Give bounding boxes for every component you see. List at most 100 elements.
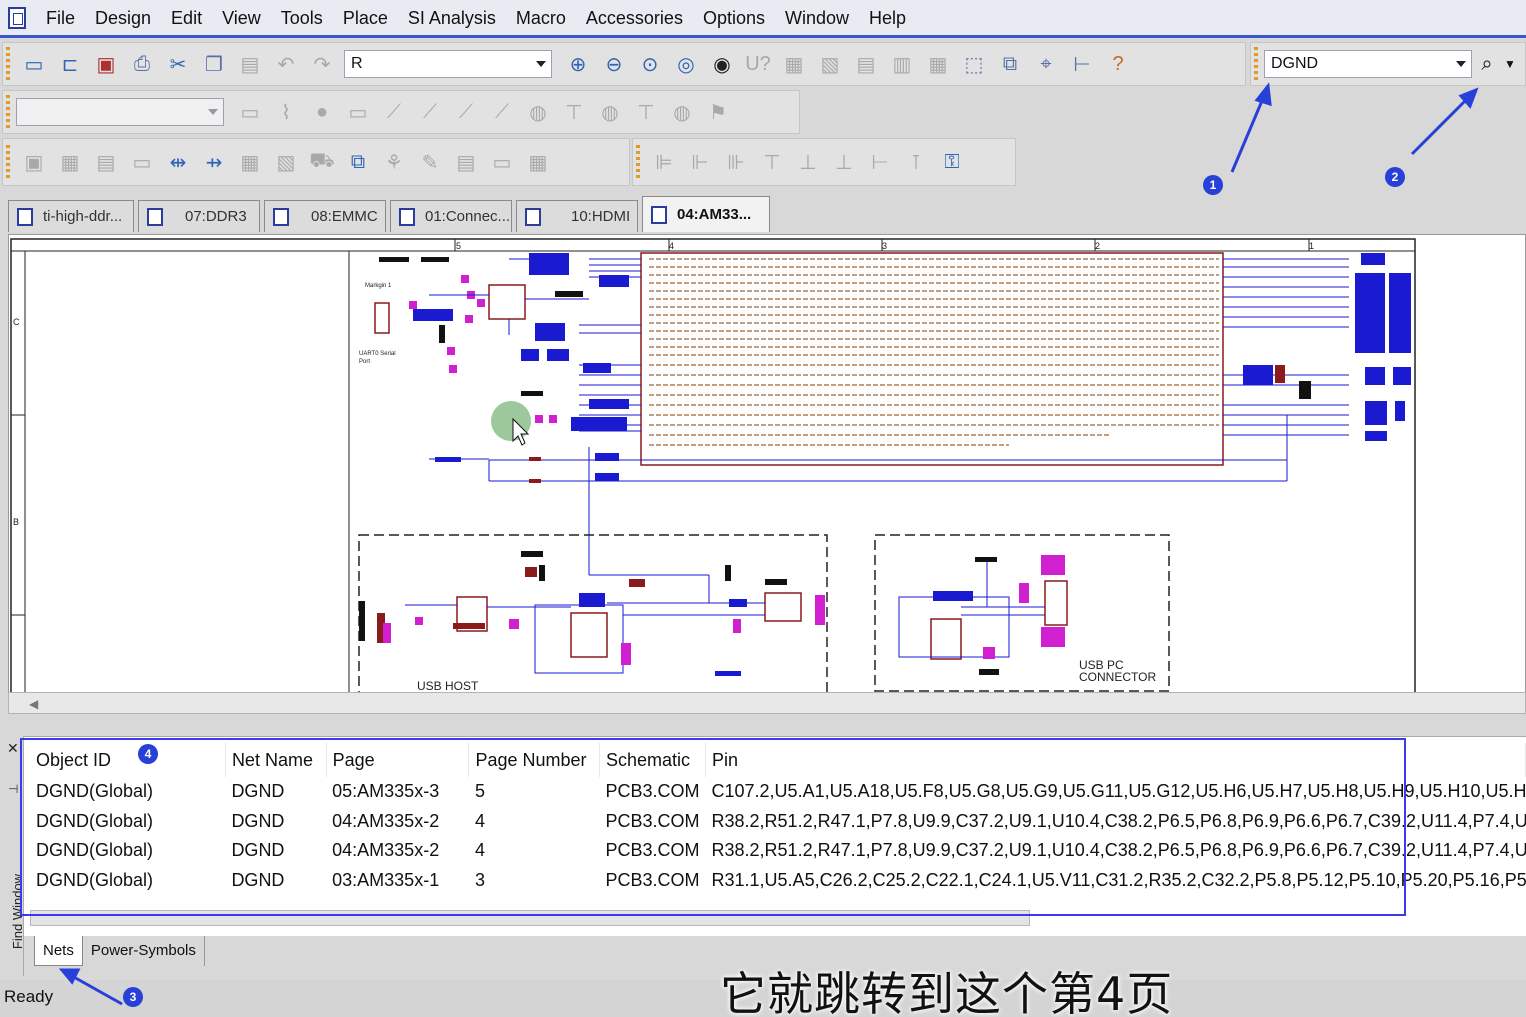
- unlock-icon[interactable]: ⚿: [934, 144, 970, 180]
- zoom-all-icon[interactable]: ◎: [668, 46, 704, 82]
- part-combo[interactable]: R: [344, 50, 552, 78]
- align-center-icon[interactable]: ⊩: [682, 144, 718, 180]
- table-row[interactable]: DGND(Global) DGND 03:AM335x-1 3 PCB3.COM…: [30, 866, 1526, 896]
- capture-icon[interactable]: ▣: [16, 144, 52, 180]
- menu-edit[interactable]: Edit: [161, 0, 212, 37]
- swap-icon[interactable]: ⧉: [340, 144, 376, 180]
- place-junction-icon[interactable]: ⟋: [376, 94, 412, 130]
- align-top-icon[interactable]: ⊤: [754, 144, 790, 180]
- font-combo[interactable]: [16, 98, 224, 126]
- align-middle-icon[interactable]: ⊥: [790, 144, 826, 180]
- tab-connector[interactable]: 01:Connec...: [390, 200, 512, 232]
- paste-icon[interactable]: ▤: [232, 46, 268, 82]
- toolbar-grip[interactable]: [6, 95, 10, 129]
- drag-icon[interactable]: ⧉: [992, 46, 1028, 82]
- print-icon[interactable]: ⎙: [124, 46, 160, 82]
- toolbar-grip[interactable]: [6, 145, 10, 179]
- table-row[interactable]: DGND(Global) DGND 05:AM335x-3 5 PCB3.COM…: [30, 777, 1526, 807]
- table-row[interactable]: DGND(Global) DGND 04:AM335x-2 4 PCB3.COM…: [30, 807, 1526, 837]
- menu-options[interactable]: Options: [693, 0, 775, 37]
- schematic-canvas[interactable]: 5 4 3 2 1 C B Markgin 1 UART0 Serial Por…: [8, 234, 1526, 694]
- table-row[interactable]: DGND(Global) DGND 04:AM335x-2 4 PCB3.COM…: [30, 836, 1526, 866]
- column-header-pin[interactable]: Pin: [705, 743, 1526, 777]
- place-text-icon[interactable]: ⚑: [700, 94, 736, 130]
- scroll-left-icon[interactable]: ◀: [29, 697, 38, 711]
- pin-icon[interactable]: ⊣: [8, 782, 18, 796]
- redo-icon[interactable]: ↷: [304, 46, 340, 82]
- grid-icon[interactable]: ▦: [520, 144, 556, 180]
- menu-tools[interactable]: Tools: [271, 0, 333, 37]
- menu-help[interactable]: Help: [859, 0, 916, 37]
- distribute-vertical-icon[interactable]: ⊺: [898, 144, 934, 180]
- place-bus-entry-icon[interactable]: ⟋: [412, 94, 448, 130]
- search-combo[interactable]: DGND: [1264, 50, 1472, 78]
- place-hier-pin-icon[interactable]: ◍: [664, 94, 700, 130]
- place-hier-port-icon[interactable]: ⊤: [628, 94, 664, 130]
- select-icon[interactable]: ⌖: [1028, 46, 1064, 82]
- document-icon[interactable]: ▭: [484, 144, 520, 180]
- save-icon[interactable]: ▣: [88, 46, 124, 82]
- search-dropdown-icon[interactable]: ▼: [1502, 46, 1518, 82]
- tab-emmc[interactable]: 08:EMMC: [264, 200, 386, 232]
- menu-window[interactable]: Window: [775, 0, 859, 37]
- tab-project[interactable]: ti-high-ddr...: [8, 200, 134, 232]
- export-icon[interactable]: ▧: [268, 144, 304, 180]
- results-horizontal-scrollbar[interactable]: [30, 910, 1030, 926]
- undo-icon[interactable]: ↶: [268, 46, 304, 82]
- new-file-icon[interactable]: ▭: [16, 46, 52, 82]
- tree-icon[interactable]: ⚘: [376, 144, 412, 180]
- column-header-page-number[interactable]: Page Number: [468, 743, 600, 777]
- netlist-icon[interactable]: ▧: [812, 46, 848, 82]
- drc-icon[interactable]: ▦: [776, 46, 812, 82]
- chevron-down-icon[interactable]: [1456, 61, 1466, 67]
- report-icon[interactable]: ▤: [448, 144, 484, 180]
- zoom-in-icon[interactable]: ⊕: [560, 46, 596, 82]
- menu-si-analysis[interactable]: SI Analysis: [398, 0, 506, 37]
- menu-accessories[interactable]: Accessories: [576, 0, 693, 37]
- library-icon[interactable]: ▦: [52, 144, 88, 180]
- close-icon[interactable]: ✕: [7, 740, 19, 757]
- column-header-page[interactable]: Page: [326, 743, 470, 777]
- place-hier-block-icon[interactable]: ◍: [592, 94, 628, 130]
- toolbar-grip[interactable]: [636, 145, 640, 179]
- eye-icon[interactable]: ◉: [704, 46, 740, 82]
- toolbar-grip[interactable]: [6, 47, 10, 81]
- zoom-out-icon[interactable]: ⊖: [596, 46, 632, 82]
- sync-icon[interactable]: ▦: [232, 144, 268, 180]
- column-header-net-name[interactable]: Net Name: [225, 743, 327, 777]
- snap-grid-icon[interactable]: ▦: [920, 46, 956, 82]
- align-right-icon[interactable]: ⊪: [718, 144, 754, 180]
- place-off-page-icon[interactable]: ◍: [520, 94, 556, 130]
- menu-view[interactable]: View: [212, 0, 271, 37]
- align-left-icon[interactable]: ⊫: [646, 144, 682, 180]
- place-part-icon[interactable]: ▭: [232, 94, 268, 130]
- bom-icon[interactable]: ▤: [848, 46, 884, 82]
- tab-hdmi[interactable]: 10:HDMI: [516, 200, 638, 232]
- column-header-schematic[interactable]: Schematic: [599, 743, 707, 777]
- place-wire-icon[interactable]: ⌇: [268, 94, 304, 130]
- place-no-connect-icon[interactable]: ⊤: [556, 94, 592, 130]
- copy-icon[interactable]: ❐: [196, 46, 232, 82]
- help-icon[interactable]: ?: [1100, 46, 1136, 82]
- constraint-icon[interactable]: ▭: [124, 144, 160, 180]
- place-power-icon[interactable]: ⟋: [448, 94, 484, 130]
- chevron-down-icon[interactable]: [208, 109, 218, 115]
- tab-nets[interactable]: Nets: [34, 936, 83, 966]
- tab-power-symbols[interactable]: Power-Symbols: [83, 936, 205, 966]
- chevron-down-icon[interactable]: [536, 61, 546, 67]
- menu-place[interactable]: Place: [333, 0, 398, 37]
- place-net-alias-icon[interactable]: ▭: [340, 94, 376, 130]
- area-select-icon[interactable]: ⬚: [956, 46, 992, 82]
- cart-icon[interactable]: ⛟: [304, 144, 340, 180]
- link-icon[interactable]: ⇸: [196, 144, 232, 180]
- tab-am335x[interactable]: 04:AM33...: [642, 196, 770, 232]
- place-bus-icon[interactable]: ●: [304, 94, 340, 130]
- cross-ref-icon[interactable]: ▥: [884, 46, 920, 82]
- column-header-object-id[interactable]: Object ID: [30, 743, 226, 777]
- property-icon[interactable]: ▤: [88, 144, 124, 180]
- annotate-icon[interactable]: U?: [740, 46, 776, 82]
- hierarchy-icon[interactable]: ⊢: [1064, 46, 1100, 82]
- connect-icon[interactable]: ⇹: [160, 144, 196, 180]
- menu-macro[interactable]: Macro: [506, 0, 576, 37]
- edit-icon[interactable]: ✎: [412, 144, 448, 180]
